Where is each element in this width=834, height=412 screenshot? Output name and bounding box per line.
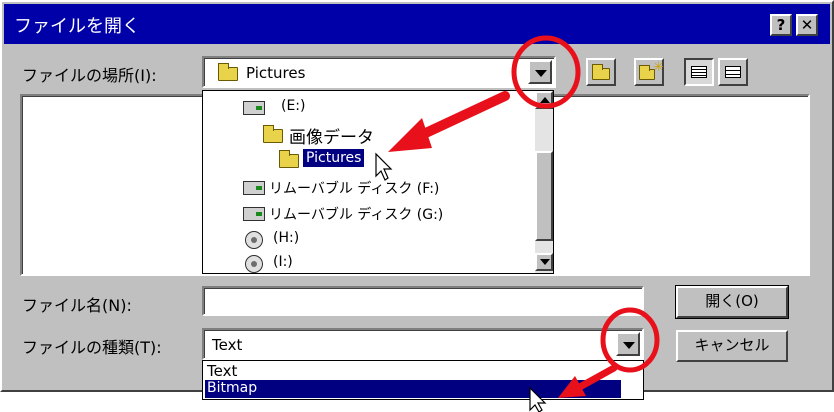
tree-scrollbar[interactable] [535,91,553,273]
chevron-down-icon [623,342,635,349]
folder-icon [263,125,283,143]
folder-open-icon [279,150,299,168]
filetype-value: Text [212,336,243,354]
tree-item-label: (H:) [273,230,300,246]
tree-item-label: (I:) [273,254,293,270]
title-bar[interactable]: ファイルを開く ? ✕ [4,4,830,44]
tree-item[interactable]: リムーバブル ディスク (F:) [243,177,503,199]
filename-label: ファイル名(N): [22,296,132,315]
cd-drive-icon [245,255,263,273]
tree-item-label: Pictures [303,149,365,167]
chevron-down-icon [540,259,550,265]
tree-item[interactable]: 画像データ [263,123,463,148]
up-folder-icon [592,64,610,80]
details-view-icon [725,66,741,78]
close-button[interactable]: ✕ [796,14,818,36]
chevron-up-icon [540,97,550,103]
filetype-option-highlighted[interactable]: Bitmap [205,380,621,398]
tree-item-label: 画像データ [289,128,374,148]
list-view-button[interactable] [684,58,714,86]
folder-open-icon [218,63,238,81]
location-label: ファイルの場所(I): [22,66,157,85]
help-button[interactable]: ? [770,14,792,36]
list-view-icon [691,66,707,78]
dialog-title: ファイルを開く [14,16,140,37]
sparkle-icon: ✳ [653,60,664,75]
scroll-thumb[interactable] [535,151,553,241]
tree-item-label: リムーバブル ディスク (G:) [269,207,444,223]
drive-icon [243,101,265,115]
filetype-label: ファイルの種類(T): [22,338,162,357]
tree-item-label: リムーバブル ディスク (F:) [269,181,440,197]
filetype-dropdown-button[interactable] [616,332,640,356]
removable-drive-icon [243,207,265,221]
chevron-down-icon [535,70,547,77]
removable-drive-icon [243,181,265,195]
location-value: Pictures [246,64,306,82]
cd-drive-icon [245,231,263,249]
filetype-dropdown-list[interactable]: Text Bitmap [202,360,644,400]
details-view-button[interactable] [718,58,748,86]
tree-item-label: (E:) [281,98,306,114]
tree-item[interactable]: リムーバブル ディスク (G:) [243,203,503,225]
up-one-level-button[interactable] [586,58,616,86]
location-dropdown-list[interactable]: (E:) 画像データ Pictures リムーバブル ディスク (F:) リムー… [202,90,554,274]
cancel-button[interactable]: キャンセル [676,330,788,362]
filename-input[interactable] [202,286,644,316]
scroll-up-button[interactable] [535,91,553,109]
open-button[interactable]: 開く(O) [675,285,789,319]
tree-item-selected[interactable]: Pictures [279,149,399,171]
tree-item[interactable]: (H:) [243,229,363,251]
location-select[interactable]: Pictures [202,56,556,88]
filetype-option[interactable]: Text [207,362,237,380]
tree-item[interactable]: (I:) [243,253,363,275]
filetype-select[interactable]: Text [202,328,644,360]
scroll-down-button[interactable] [535,253,553,271]
location-dropdown-button[interactable] [528,60,552,84]
new-folder-button[interactable]: ✳ [634,58,664,86]
tree-item[interactable]: (E:) [243,97,463,119]
